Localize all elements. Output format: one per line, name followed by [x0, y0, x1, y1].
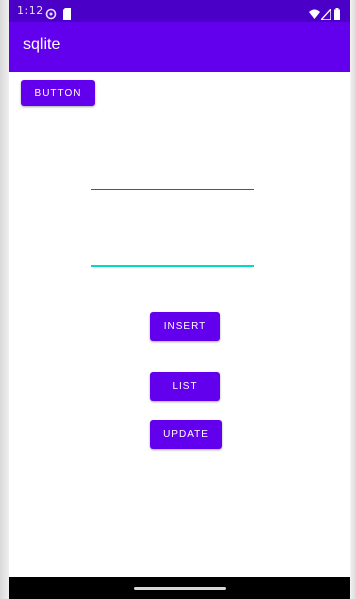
- status-bar: 1:12: [9, 0, 350, 22]
- top-button[interactable]: BUTTON: [21, 80, 95, 106]
- phone-screen: 1:12 sqlite BUTTON INSERT LIST UPDATE: [9, 0, 350, 599]
- update-button[interactable]: UPDATE: [150, 420, 222, 449]
- device-frame-left: [0, 0, 9, 599]
- home-gesture-handle[interactable]: [133, 587, 226, 590]
- text-field-1[interactable]: [91, 189, 254, 190]
- status-time: 1:12: [17, 4, 44, 17]
- app-title: sqlite: [23, 36, 61, 53]
- navigation-bar: [9, 577, 350, 599]
- app-bar: sqlite: [9, 22, 350, 72]
- device-frame-right: [350, 0, 356, 599]
- insert-button[interactable]: INSERT: [150, 312, 220, 341]
- list-button[interactable]: LIST: [150, 372, 220, 401]
- text-field-2-focused[interactable]: [91, 265, 254, 267]
